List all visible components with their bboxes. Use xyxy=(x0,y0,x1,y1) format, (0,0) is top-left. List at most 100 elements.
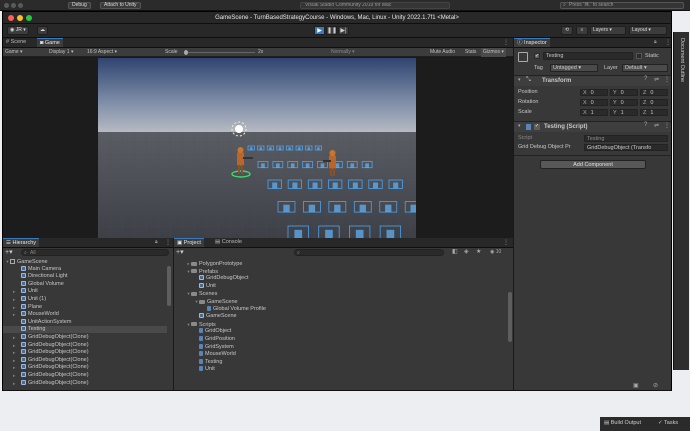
expand-arrow-icon[interactable]: ▸ xyxy=(13,296,15,303)
create-asset-icon[interactable]: +▾ xyxy=(176,249,184,256)
hierarchy-item[interactable]: ▸ GridDebugObject(Clone) xyxy=(3,364,167,371)
hierarchy-item[interactable]: ▸ GridDebugObject(Clone) xyxy=(3,334,167,341)
account-dropdown[interactable]: ◉ JR ▾ xyxy=(7,26,29,35)
add-component-button[interactable]: Add Component xyxy=(540,160,646,169)
transform-y-field[interactable]: Y0 xyxy=(610,89,638,96)
favorite-icon[interactable]: ★ xyxy=(476,248,481,255)
static-checkbox[interactable] xyxy=(636,53,642,59)
project-item[interactable]: ▾ Scripts xyxy=(174,321,507,328)
hierarchy-item[interactable]: ▸ GridDebugObject(Clone) xyxy=(3,357,167,364)
expand-arrow-icon[interactable]: ▸ xyxy=(13,334,15,341)
project-menu-icon[interactable]: ⋮ xyxy=(503,239,509,246)
display-dropdown[interactable]: Display 1 ▾ xyxy=(49,48,73,57)
tab-project[interactable]: ▣ Project xyxy=(174,238,204,247)
project-item[interactable]: Global Volume Profile xyxy=(174,306,507,313)
inspector-menu-icon[interactable]: ⋮ xyxy=(665,39,671,46)
scale-slider[interactable] xyxy=(185,52,255,53)
panel-menu-icon[interactable]: ⋮ xyxy=(503,39,509,46)
filter-type-icon[interactable]: ◧ xyxy=(452,248,458,255)
tab-inspector[interactable]: ⓘ Inspector xyxy=(514,38,550,47)
vs-min-dot[interactable] xyxy=(11,3,16,8)
help-icon[interactable]: ? xyxy=(644,76,647,82)
mute-audio-toggle[interactable]: Mute Audio xyxy=(430,48,455,57)
transform-x-field[interactable]: X0 xyxy=(580,89,608,96)
lock-icon[interactable]: 🔒︎ xyxy=(654,39,657,45)
project-item[interactable]: GridPosition xyxy=(174,336,507,343)
lock-icon[interactable]: 🔒︎ xyxy=(155,239,158,245)
component-menu-icon[interactable]: ⋮ xyxy=(664,76,670,83)
project-item[interactable]: GridSystem xyxy=(174,344,507,351)
preset-icon[interactable]: ⇌ xyxy=(654,122,659,129)
play-focus-dropdown[interactable]: Normally ▾ xyxy=(331,48,355,57)
project-item[interactable]: ▾ Prefabs xyxy=(174,268,507,275)
history-icon[interactable]: ⟲ xyxy=(561,26,573,35)
transform-y-field[interactable]: Y0 xyxy=(610,99,638,106)
expand-arrow-icon[interactable]: ▸ xyxy=(13,288,15,295)
tab-game[interactable]: ◙ Game xyxy=(37,38,63,47)
project-item[interactable]: GameScene xyxy=(174,313,507,320)
component-enabled-checkbox[interactable]: ✓ xyxy=(534,124,540,130)
scene-root-row[interactable]: ▾ GameScene xyxy=(3,258,167,265)
help-icon[interactable]: ? xyxy=(644,122,647,128)
project-item[interactable]: Unit xyxy=(174,366,507,373)
vs-search-box[interactable]: ⌕ Press '⌘.' to search xyxy=(560,2,684,9)
preset-icon[interactable]: ⇌ xyxy=(654,76,659,83)
hidden-packages-count[interactable]: ◉ 10 xyxy=(490,248,501,256)
project-item[interactable]: GridDebugObject xyxy=(174,275,507,282)
expand-arrow-icon[interactable]: ▸ xyxy=(13,357,15,364)
project-item[interactable]: Unit xyxy=(174,283,507,290)
cloud-icon[interactable]: ☁ xyxy=(37,26,48,35)
layers-dropdown[interactable]: Layers ▾ xyxy=(590,26,626,35)
project-item[interactable]: GridObject xyxy=(174,328,507,335)
hierarchy-item[interactable]: ▸ GridDebugObject(Clone) xyxy=(3,372,167,379)
hierarchy-item[interactable]: Directional Light xyxy=(3,273,167,280)
expand-arrow-icon[interactable]: ▸ xyxy=(13,372,15,379)
transform-z-field[interactable]: Z1 xyxy=(640,109,668,116)
tab-console[interactable]: ▤ Console xyxy=(212,238,245,247)
pause-button[interactable]: ❚❚ xyxy=(326,26,337,35)
hierarchy-menu-icon[interactable]: ⋮ xyxy=(165,239,171,246)
hierarchy-scrollbar[interactable] xyxy=(167,266,171,306)
search-icon[interactable]: ⌕ xyxy=(576,26,588,35)
scale-slider-handle[interactable] xyxy=(184,50,188,55)
layout-dropdown[interactable]: Layout ▾ xyxy=(629,26,667,35)
transform-z-field[interactable]: Z0 xyxy=(640,99,668,106)
tasks-button[interactable]: ✓ Tasks xyxy=(658,420,678,426)
game-view[interactable] xyxy=(3,58,513,238)
vs-max-dot[interactable] xyxy=(18,3,23,8)
project-search-input[interactable]: ⌕ xyxy=(294,249,444,256)
hierarchy-item[interactable]: ▸ Unit (1) xyxy=(3,296,167,303)
hierarchy-item[interactable]: Main Camera xyxy=(3,266,167,273)
project-item[interactable]: ▸ PolygonPrototype xyxy=(174,260,507,267)
attach-unity-button[interactable]: Attach to Unity xyxy=(100,2,141,9)
hierarchy-item[interactable]: UnitActionSystem xyxy=(3,319,167,326)
tab-hierarchy[interactable]: ☰ Hierarchy xyxy=(3,238,40,247)
active-checkbox[interactable]: ✓ xyxy=(534,53,540,59)
hierarchy-item[interactable]: ▸ MouseWorld xyxy=(3,311,167,318)
transform-header[interactable]: ▾ ⤡ Transform ? ⇌ ⋮ xyxy=(514,76,671,86)
expand-arrow-icon[interactable]: ▸ xyxy=(13,304,15,311)
game-mode-dropdown[interactable]: Game ▾ xyxy=(5,48,23,57)
project-item[interactable]: ▾ GameScene xyxy=(174,298,507,305)
transform-z-field[interactable]: Z0 xyxy=(640,89,668,96)
add-object-icon[interactable]: +▾ xyxy=(5,249,13,256)
step-button[interactable]: ▶| xyxy=(338,26,349,35)
hierarchy-item[interactable]: ▸ GridDebugObject(Clone) xyxy=(3,342,167,349)
background-tasks-icon[interactable]: ⊘ xyxy=(653,382,658,389)
tab-scene[interactable]: # Scene xyxy=(3,38,29,47)
project-item[interactable]: Testing xyxy=(174,359,507,366)
gizmos-dropdown[interactable]: Gizmos ▾ xyxy=(481,48,506,57)
hierarchy-item[interactable]: Global Volume xyxy=(3,281,167,288)
expand-arrow-icon[interactable]: ▸ xyxy=(13,349,15,356)
hierarchy-item[interactable]: ▸ Unit xyxy=(3,288,167,295)
expand-arrow-icon[interactable]: ▸ xyxy=(13,342,15,349)
object-reference-field[interactable]: GridDebugObject (Transfo xyxy=(584,144,668,151)
hierarchy-item[interactable]: ▸ GridDebugObject(Clone) xyxy=(3,349,167,356)
expand-arrow-icon[interactable]: ▸ xyxy=(13,311,15,318)
vs-close-dot[interactable] xyxy=(4,3,9,8)
play-button[interactable]: ▶ xyxy=(314,26,325,35)
expand-arrow-icon[interactable]: ▸ xyxy=(13,380,15,387)
project-scrollbar[interactable] xyxy=(508,292,512,342)
tag-dropdown[interactable]: Untagged ▾ xyxy=(550,64,598,72)
project-item[interactable]: MouseWorld xyxy=(174,351,507,358)
